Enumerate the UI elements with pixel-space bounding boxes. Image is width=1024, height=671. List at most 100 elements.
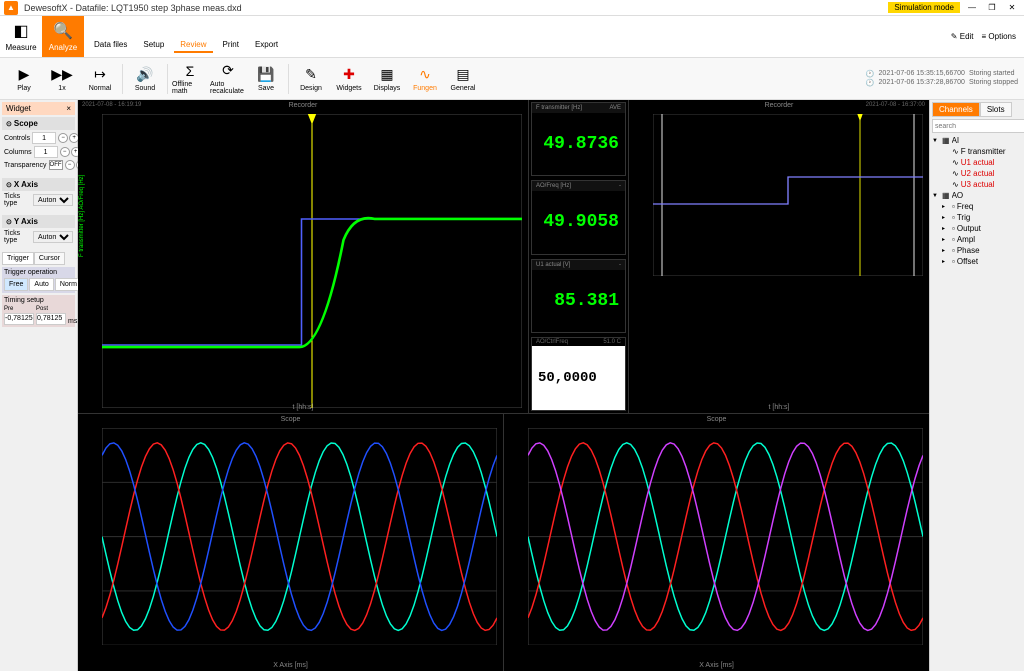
- trigger-operation: Trigger operation Free Auto Norm Single: [2, 267, 75, 293]
- general-button[interactable]: ▤General: [445, 60, 481, 98]
- speed-button[interactable]: ▶▶1x: [44, 60, 80, 98]
- tab-measure[interactable]: ◧ Measure: [0, 16, 42, 57]
- recorder-svg: [102, 114, 522, 408]
- maximize-button[interactable]: ❐: [984, 1, 1000, 15]
- analyze-icon: 🔍: [53, 21, 73, 41]
- displays-button[interactable]: ▦Displays: [369, 60, 405, 98]
- digital-value: 85.381: [532, 270, 625, 332]
- columns-dec[interactable]: −: [60, 147, 70, 157]
- scope-plot-2[interactable]: Scope X Axis [ms]: [504, 414, 929, 671]
- app-logo: ▲: [4, 1, 18, 15]
- close-icon[interactable]: ×: [66, 104, 71, 113]
- digital-meter-2[interactable]: AO/Freq [Hz]- 49.9058: [531, 180, 626, 254]
- normal-button[interactable]: ↦Normal: [82, 60, 118, 98]
- subtab-setup[interactable]: Setup: [137, 38, 170, 53]
- plot-title: Recorder: [289, 102, 318, 109]
- tree-ao[interactable]: ▼▦AO: [932, 190, 1022, 201]
- xticks-select[interactable]: Automatic: [33, 194, 73, 206]
- trig-auto[interactable]: Auto: [29, 278, 53, 291]
- tab-analyze[interactable]: 🔍 Analyze: [42, 16, 84, 57]
- transparency-label: Transparency: [4, 162, 47, 169]
- save-icon: 💾: [257, 66, 274, 83]
- scope-svg: [102, 428, 497, 645]
- plot-xlabel: t [hh:s]: [292, 404, 313, 411]
- yticks-select[interactable]: Automatic: [33, 231, 73, 243]
- auto-recalc-button[interactable]: ⟳Auto recalculate: [210, 60, 246, 98]
- sub-tab-row: Data files Setup Review Print Export: [88, 34, 284, 57]
- tree-ai[interactable]: ▼▦AI: [932, 135, 1022, 146]
- play-button[interactable]: ▶Play: [6, 60, 42, 98]
- widgets-button[interactable]: ✚Widgets: [331, 60, 367, 98]
- tree-item[interactable]: ∿U3 actual: [932, 179, 1022, 190]
- toolbar: ▶Play ▶▶1x ↦Normal 🔊Sound ΣOffline math …: [0, 58, 1024, 100]
- sound-button[interactable]: 🔊Sound: [127, 60, 163, 98]
- minimize-button[interactable]: —: [964, 1, 980, 15]
- xaxis-header[interactable]: ⊙X Axis: [2, 178, 75, 191]
- tab-analyze-label: Analyze: [49, 43, 77, 52]
- widgets-icon: ✚: [343, 66, 355, 83]
- widget-tab[interactable]: Widget×: [2, 102, 75, 115]
- subtab-export[interactable]: Export: [249, 38, 284, 53]
- columns-input[interactable]: [34, 146, 58, 158]
- tree-item[interactable]: ∿U1 actual: [932, 157, 1022, 168]
- subtab-print[interactable]: Print: [217, 38, 245, 53]
- digital-meter-1[interactable]: F transmitter [Hz]AVE 49.8736: [531, 102, 626, 176]
- status-log: 🕐2021-07-06 15:35:15,66700 Storing start…: [866, 70, 1018, 87]
- search-input[interactable]: [932, 119, 1024, 133]
- titlebar: ▲ DewesoftX - Datafile: LQT1950 step 3ph…: [0, 0, 1024, 16]
- general-icon: ▤: [456, 66, 469, 83]
- digital-meter-3[interactable]: U1 actual [V]- 85.381: [531, 259, 626, 333]
- tree-item[interactable]: ∿U2 actual: [932, 168, 1022, 179]
- measure-icon: ◧: [13, 21, 28, 41]
- close-button[interactable]: ✕: [1004, 1, 1020, 15]
- plot-title: Scope: [281, 416, 301, 423]
- trigger-tab[interactable]: Trigger: [2, 252, 34, 265]
- subtab-review[interactable]: Review: [174, 38, 212, 53]
- cursor-tab[interactable]: Cursor: [34, 252, 65, 265]
- scope-plot-1[interactable]: Scope X Axis [ms]: [78, 414, 504, 671]
- offline-math-button[interactable]: ΣOffline math: [172, 60, 208, 98]
- recorder-plot-2[interactable]: Recorder 2021-07-08 - 16:37:00 t [hh:s]: [629, 100, 929, 413]
- tree-item[interactable]: ▸▫Trig: [932, 212, 1022, 223]
- slots-tab[interactable]: Slots: [980, 102, 1012, 117]
- clock-icon: 🕐: [866, 79, 875, 87]
- channels-tab[interactable]: Channels: [932, 102, 980, 117]
- left-panel: Widget× ⊙Scope Controls−+ Columns−+ Tran…: [0, 100, 78, 671]
- subtab-datafiles[interactable]: Data files: [88, 38, 133, 53]
- fungen-icon: ∿: [419, 66, 431, 83]
- plot-area: 2021-07-08 - 16:19:19 Recorder F transmi…: [78, 100, 929, 671]
- options-link[interactable]: ≡ Options: [982, 32, 1016, 41]
- tree-item[interactable]: ∿F transmitter: [932, 146, 1022, 157]
- save-button[interactable]: 💾Save: [248, 60, 284, 98]
- pre-input[interactable]: [4, 313, 34, 325]
- tab-measure-label: Measure: [5, 43, 36, 52]
- plot-ylabel: F transmitter [Hz] AO/Freq [Hz]: [79, 174, 85, 256]
- plot-title: Recorder: [765, 102, 794, 109]
- fungen-button[interactable]: ∿Fungen: [407, 60, 443, 98]
- tree-item[interactable]: ▸▫Ampl: [932, 234, 1022, 245]
- digital-meter-4[interactable]: AO/CtrlFreq51.0 C 50,0000: [531, 337, 626, 411]
- window-title: DewesoftX - Datafile: LQT1950 step 3phas…: [24, 3, 242, 13]
- plot-time-left: 2021-07-08 - 16:19:19: [82, 102, 141, 108]
- edit-link[interactable]: ✎ Edit: [951, 32, 974, 41]
- controls-dec[interactable]: −: [58, 133, 68, 143]
- plot-xlabel: X Axis [ms]: [699, 662, 734, 669]
- channel-tree: ▼▦AI ∿F transmitter ∿U1 actual ∿U2 actua…: [932, 135, 1022, 267]
- recorder-plot-1[interactable]: 2021-07-08 - 16:19:19 Recorder F transmi…: [78, 100, 529, 413]
- tree-item[interactable]: ▸▫Freq: [932, 201, 1022, 212]
- design-button[interactable]: ✎Design: [293, 60, 329, 98]
- post-input[interactable]: [36, 313, 66, 325]
- trig-free[interactable]: Free: [4, 278, 28, 291]
- main-tab-bar: ◧ Measure 🔍 Analyze Data files Setup Rev…: [0, 16, 1024, 58]
- yaxis-header[interactable]: ⊙Y Axis: [2, 215, 75, 228]
- plot-time-right: 2021-07-08 - 16:37:00: [866, 102, 925, 108]
- scope-header[interactable]: ⊙Scope: [2, 117, 75, 130]
- tree-item[interactable]: ▸▫Output: [932, 223, 1022, 234]
- trans-dec[interactable]: −: [65, 160, 75, 170]
- play-icon: ▶: [19, 66, 30, 83]
- displays-icon: ▦: [380, 66, 393, 83]
- controls-input[interactable]: [32, 132, 56, 144]
- transparency-toggle[interactable]: OFF: [49, 160, 63, 170]
- tree-item[interactable]: ▸▫Offset: [932, 256, 1022, 267]
- tree-item[interactable]: ▸▫Phase: [932, 245, 1022, 256]
